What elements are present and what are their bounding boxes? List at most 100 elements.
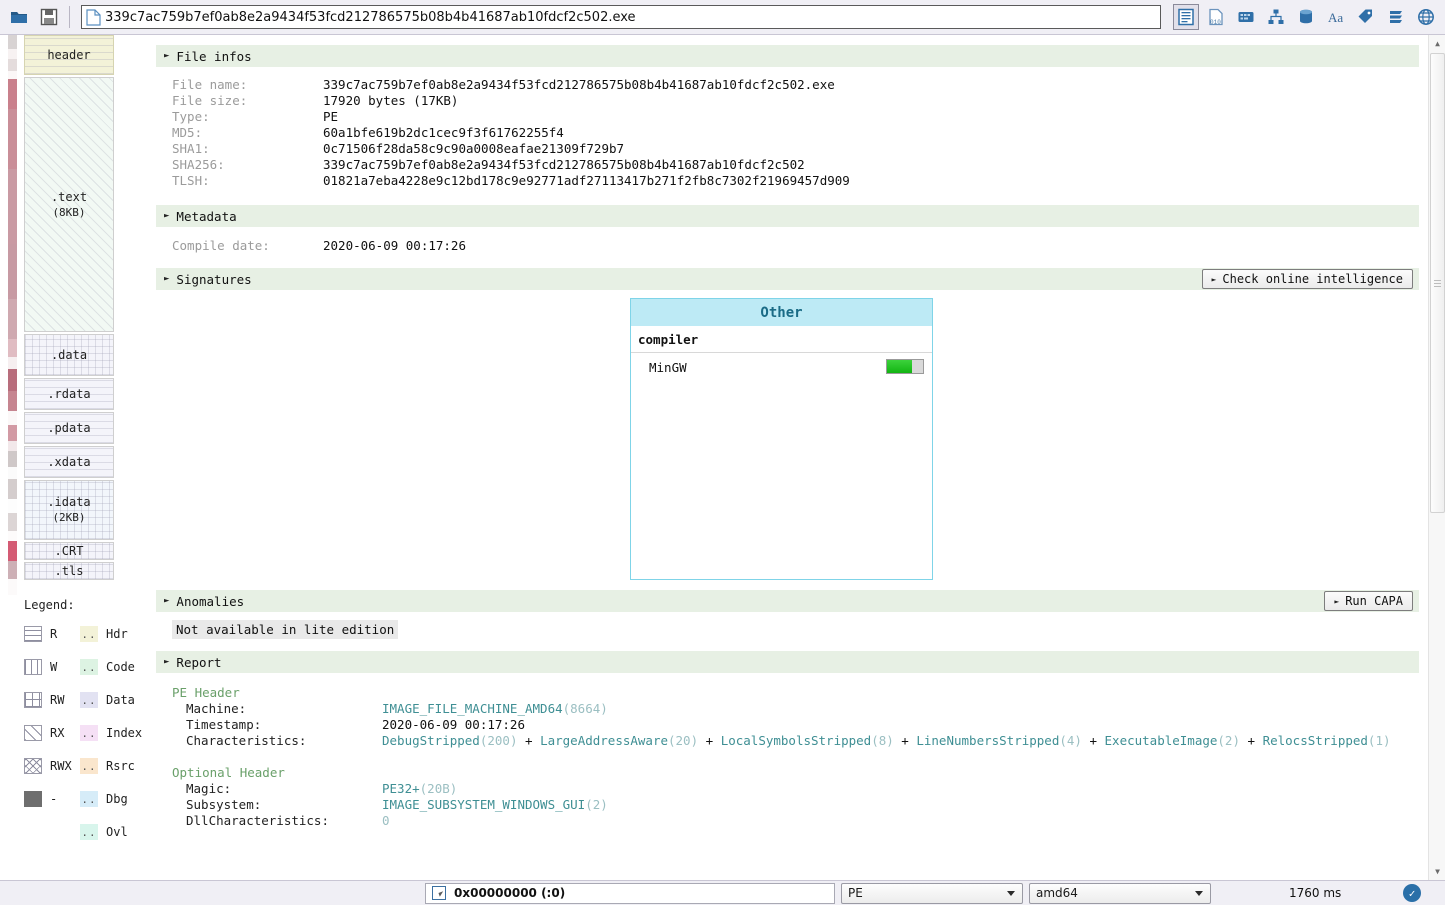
report-view-icon[interactable]: [1173, 4, 1199, 30]
section-block[interactable]: .tls: [24, 562, 114, 580]
section-block[interactable]: .text (8KB): [24, 77, 114, 332]
main-toolbar: 339c7ac759b7ef0ab8e2a9434f53fcd212786575…: [0, 0, 1445, 35]
entropy-band: [8, 109, 17, 169]
scroll-up-icon[interactable]: ▲: [1429, 35, 1445, 52]
report-row: Characteristics: DebugStripped(200) + Lar…: [172, 733, 1427, 749]
database-view-icon[interactable]: [1293, 4, 1319, 30]
legend-perm-label: RWX: [50, 759, 72, 773]
report-row: Magic: PE32+(20B): [172, 781, 1427, 797]
entropy-band: [8, 391, 17, 411]
scrollbar-thumb[interactable]: [1430, 53, 1445, 513]
info-key: SHA256:: [172, 157, 225, 172]
anomalies-message: Not available in lite edition: [172, 620, 399, 639]
signature-entries: MinGW: [631, 353, 932, 381]
legend-perm-label: R: [50, 627, 58, 641]
panel-header-metadata[interactable]: ► Metadata: [156, 205, 1419, 227]
info-value: PE: [323, 109, 339, 124]
scroll-down-icon[interactable]: ▼: [1429, 863, 1445, 880]
info-value: 339c7ac759b7ef0ab8e2a9434f53fcd212786575…: [323, 77, 835, 92]
metadata-table: Compile date: 2020-06-09 00:17:26: [148, 238, 1427, 254]
legend-grid: R.. Hdr W.. Code RW.. Data RX.. Index RWX.. Rsrc -…: [24, 626, 144, 840]
vertical-scrollbar[interactable]: ▲ ▼: [1428, 35, 1445, 880]
legend-kind-label: Data: [106, 693, 135, 707]
entropy-band: [8, 425, 17, 441]
info-key: File size:: [172, 93, 248, 108]
hierarchy-view-icon[interactable]: [1263, 4, 1289, 30]
entropy-band: [8, 579, 17, 595]
entropy-band: [8, 49, 17, 59]
section-name: .idata: [47, 495, 91, 509]
section-name: .text: [50, 189, 88, 204]
info-value: 339c7ac759b7ef0ab8e2a9434f53fcd212786575…: [323, 157, 805, 172]
info-key: MD5:: [172, 125, 203, 140]
entropy-band: [8, 451, 17, 467]
legend-color-swatch: ..: [80, 626, 98, 642]
panel-header-file-infos[interactable]: ► File infos: [156, 45, 1419, 67]
entropy-band: [8, 513, 17, 531]
report-value: 0: [382, 813, 390, 828]
report-value: IMAGE_SUBSYSTEM_WINDOWS_GUI(2): [382, 797, 608, 812]
report-value: DebugStripped(200) + LargeAddressAware(2…: [382, 733, 1391, 748]
cursor-icon: [432, 886, 446, 900]
tag-view-icon[interactable]: [1353, 4, 1379, 30]
entropy-band: [8, 79, 17, 109]
legend-color-swatch: ..: [80, 725, 98, 741]
offset-value: 0x00000000 (:0): [454, 886, 566, 900]
stack-view-icon[interactable]: [1383, 4, 1409, 30]
signature-card-title: Other: [631, 299, 932, 326]
section-block[interactable]: .xdata: [24, 446, 114, 478]
legend-kind-label: Ovl: [106, 825, 128, 839]
legend-color-swatch: ..: [80, 758, 98, 774]
entropy-band: [8, 499, 17, 513]
report-spacer: [172, 749, 1427, 765]
legend-pattern-swatch: [24, 692, 42, 708]
file-path-field[interactable]: 339c7ac759b7ef0ab8e2a9434f53fcd212786575…: [81, 5, 1161, 29]
info-row: File size: 17920 bytes (17KB): [148, 93, 1427, 109]
legend-perm-label: RX: [50, 726, 65, 740]
entropy-band: [8, 467, 17, 479]
section-block[interactable]: .pdata: [24, 412, 114, 444]
report-key: DllCharacteristics:: [186, 813, 329, 828]
hex-view-icon[interactable]: 010: [1203, 4, 1229, 30]
run-capa-button[interactable]: ► Run CAPA: [1324, 591, 1413, 611]
report-key: Machine:: [186, 701, 247, 716]
strings-view-icon[interactable]: Aa: [1323, 4, 1349, 30]
panel-header-report[interactable]: ► Report: [156, 651, 1419, 673]
legend-color-swatch: ..: [80, 791, 98, 807]
info-key: Type:: [172, 109, 210, 124]
check-online-intelligence-label: Check online intelligence: [1222, 272, 1403, 286]
arch-select[interactable]: amd64: [1029, 882, 1211, 904]
signatures-area: Other compiler MinGW: [148, 290, 1427, 590]
legend-pattern-swatch: [24, 659, 42, 675]
panel-header-anomalies[interactable]: ► Anomalies ► Run CAPA: [156, 590, 1419, 612]
report-group-title: PE Header: [172, 685, 240, 700]
legend-kind-item: .. Rsrc: [80, 758, 144, 774]
section-block[interactable]: .CRT: [24, 542, 114, 560]
legend-perm-label: -: [50, 792, 58, 806]
open-folder-icon[interactable]: [6, 4, 32, 30]
view-mode-toolbar: 010 Aa: [1167, 4, 1445, 30]
save-icon[interactable]: [36, 4, 62, 30]
legend-kind-label: Dbg: [106, 792, 128, 806]
expand-triangle-icon: ►: [164, 657, 170, 667]
panel-header-signatures[interactable]: ► Signatures ► Check online intelligence: [156, 268, 1419, 290]
info-row: SHA256: 339c7ac759b7ef0ab8e2a9434f53fcd21…: [148, 157, 1427, 173]
signature-row[interactable]: MinGW: [631, 353, 932, 381]
panel-title-metadata: Metadata: [176, 208, 237, 224]
check-online-intelligence-button[interactable]: ► Check online intelligence: [1201, 269, 1413, 289]
section-block[interactable]: .idata (2KB): [24, 480, 114, 540]
section-name: .xdata: [47, 454, 91, 469]
globe-view-icon[interactable]: [1413, 4, 1439, 30]
status-bar: 0x00000000 (:0) PE amd64 1760 ms ✓: [0, 880, 1445, 905]
signature-label: MinGW: [649, 359, 687, 375]
format-select[interactable]: PE: [841, 882, 1023, 904]
section-block[interactable]: .rdata: [24, 378, 114, 410]
report-key: Subsystem:: [186, 797, 262, 812]
map-view-icon[interactable]: [1233, 4, 1259, 30]
section-block[interactable]: header: [24, 35, 114, 75]
section-size: (8KB): [52, 205, 86, 219]
section-block[interactable]: .data: [24, 334, 114, 376]
info-key: File name:: [172, 77, 248, 92]
info-value: 0c71506f28da58c9c90a0008eafae21309f729b7: [323, 141, 625, 156]
entropy-band: [8, 411, 17, 425]
